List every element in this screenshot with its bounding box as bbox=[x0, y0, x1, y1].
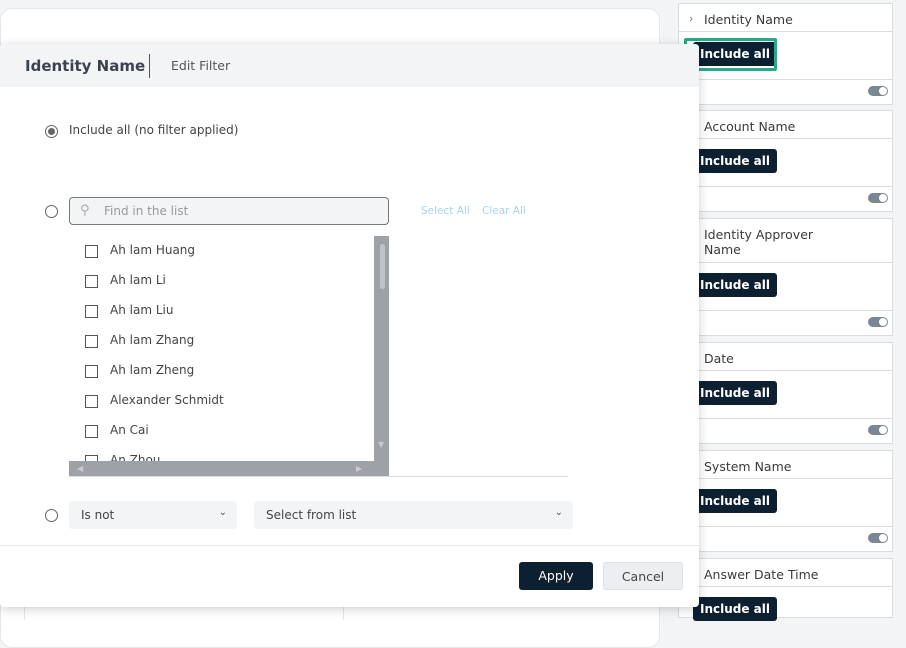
checkbox[interactable] bbox=[85, 275, 98, 288]
filter-header[interactable]: Answer Date Time bbox=[679, 559, 892, 587]
include-all-badge[interactable]: Include all bbox=[693, 381, 778, 405]
filter-name: Date bbox=[704, 351, 734, 366]
value-list: Ah lam Huang Ah lam Li Ah lam Liu Ah lam… bbox=[69, 236, 389, 476]
list-filter-radio[interactable] bbox=[45, 205, 58, 218]
filter-card-account-name: Account Name Include all bbox=[678, 110, 893, 212]
scroll-left-icon[interactable]: ◀ bbox=[77, 464, 83, 473]
modal-title: Identity Name bbox=[25, 57, 146, 75]
checkbox[interactable] bbox=[85, 305, 98, 318]
chevron-right-icon[interactable]: › bbox=[689, 11, 693, 26]
chevron-down-icon: ⌄ bbox=[554, 507, 563, 518]
filter-panel: › Identity Name Include all Account Name… bbox=[678, 0, 906, 621]
filter-toggle[interactable] bbox=[868, 425, 888, 435]
modal-subtitle: Edit Filter bbox=[171, 58, 231, 73]
footer-divider bbox=[0, 545, 699, 546]
list-items: Ah lam Huang Ah lam Li Ah lam Liu Ah lam… bbox=[69, 236, 374, 461]
filter-card-date: Date Include all bbox=[678, 342, 893, 444]
scroll-right-icon[interactable]: ▶ bbox=[356, 464, 362, 473]
include-all-label: Include all (no filter applied) bbox=[69, 123, 239, 137]
horizontal-scrollbar[interactable]: ◀ ▶ bbox=[69, 461, 374, 476]
scroll-down-icon[interactable]: ▼ bbox=[378, 440, 384, 449]
filter-name: Identity Approver Name bbox=[704, 227, 814, 257]
filter-toggle[interactable] bbox=[868, 86, 888, 96]
checkbox[interactable] bbox=[85, 425, 98, 438]
filter-header[interactable]: Identity Approver Name bbox=[679, 219, 892, 263]
select-all-link[interactable]: Select All bbox=[421, 205, 470, 217]
checkbox[interactable] bbox=[85, 335, 98, 348]
include-all-radio[interactable] bbox=[45, 125, 58, 138]
checkbox[interactable] bbox=[85, 365, 98, 378]
chevron-down-icon: ⌄ bbox=[218, 507, 227, 518]
scroll-thumb[interactable] bbox=[380, 244, 385, 289]
search-field[interactable]: ⚲ bbox=[69, 197, 389, 225]
filter-card-system-name: System Name Include all bbox=[678, 450, 893, 552]
modal-header: Identity Name Edit Filter bbox=[0, 44, 699, 87]
filter-header[interactable]: › Identity Name bbox=[679, 4, 892, 32]
header-divider bbox=[149, 54, 150, 78]
checkbox[interactable] bbox=[85, 245, 98, 258]
filter-card-answer-date-time: Answer Date Time Include all bbox=[678, 558, 893, 621]
search-input[interactable] bbox=[104, 203, 374, 219]
include-all-badge[interactable]: Include all bbox=[693, 597, 778, 621]
include-all-badge[interactable]: Include all bbox=[693, 273, 778, 297]
value-select[interactable]: Select from list ⌄ bbox=[254, 501, 573, 529]
operator-value: Is not bbox=[81, 508, 115, 522]
filter-name: System Name bbox=[704, 459, 792, 474]
filter-name: Account Name bbox=[704, 119, 796, 134]
value-select-text: Select from list bbox=[266, 508, 357, 522]
operator-select[interactable]: Is not ⌄ bbox=[69, 501, 237, 529]
vertical-scrollbar[interactable]: ▼ bbox=[374, 236, 389, 476]
filter-toggle[interactable] bbox=[868, 533, 888, 543]
checkbox[interactable] bbox=[85, 395, 98, 408]
filter-name: Identity Name bbox=[704, 12, 793, 27]
include-all-badge[interactable]: Include all bbox=[693, 489, 778, 513]
search-icon: ⚲ bbox=[80, 203, 90, 218]
edit-filter-modal: Identity Name Edit Filter Include all (n… bbox=[0, 44, 699, 607]
filter-name: Answer Date Time bbox=[704, 567, 819, 582]
include-all-badge[interactable]: Include all bbox=[693, 149, 778, 173]
filter-card-identity-approver-name: Identity Approver Name Include all bbox=[678, 218, 893, 336]
filter-toggle[interactable] bbox=[868, 193, 888, 203]
condition-radio[interactable] bbox=[45, 509, 58, 522]
clear-all-link[interactable]: Clear All bbox=[482, 205, 526, 217]
cancel-button[interactable]: Cancel bbox=[603, 562, 683, 590]
apply-button[interactable]: Apply bbox=[519, 562, 593, 590]
filter-header[interactable]: Account Name bbox=[679, 111, 892, 139]
section-divider bbox=[69, 476, 568, 477]
filter-header[interactable]: Date bbox=[679, 343, 892, 371]
filter-header[interactable]: System Name bbox=[679, 451, 892, 479]
filter-toggle[interactable] bbox=[868, 317, 888, 327]
